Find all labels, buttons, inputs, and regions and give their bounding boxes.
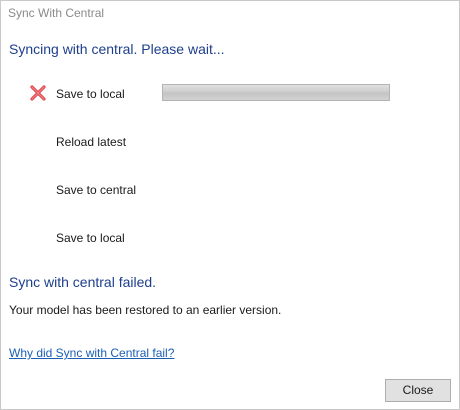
progress-bar-fill [163,85,389,100]
sync-with-central-dialog: Sync With Central Syncing with central. … [0,0,460,410]
help-link[interactable]: Why did Sync with Central fail? [9,346,174,360]
step-save-to-local: Save to local [1,82,459,106]
close-button[interactable]: Close [385,379,451,402]
red-x-icon [29,84,47,102]
window-title: Sync With Central [8,6,105,20]
step-label: Save to local [56,231,125,245]
step-label: Save to central [56,183,137,197]
step-reload-latest: Reload latest [1,130,459,154]
failure-heading: Sync with central failed. [9,274,157,290]
progress-bar [162,84,390,101]
title-bar: Sync With Central [1,1,459,25]
step-save-to-local-final: Save to local [1,226,459,250]
step-label: Reload latest [56,135,127,149]
failure-detail: Your model has been restored to an earli… [9,303,282,317]
step-save-to-central: Save to central [1,178,459,202]
status-heading: Syncing with central. Please wait... [9,41,225,57]
step-label: Save to local [56,87,125,101]
